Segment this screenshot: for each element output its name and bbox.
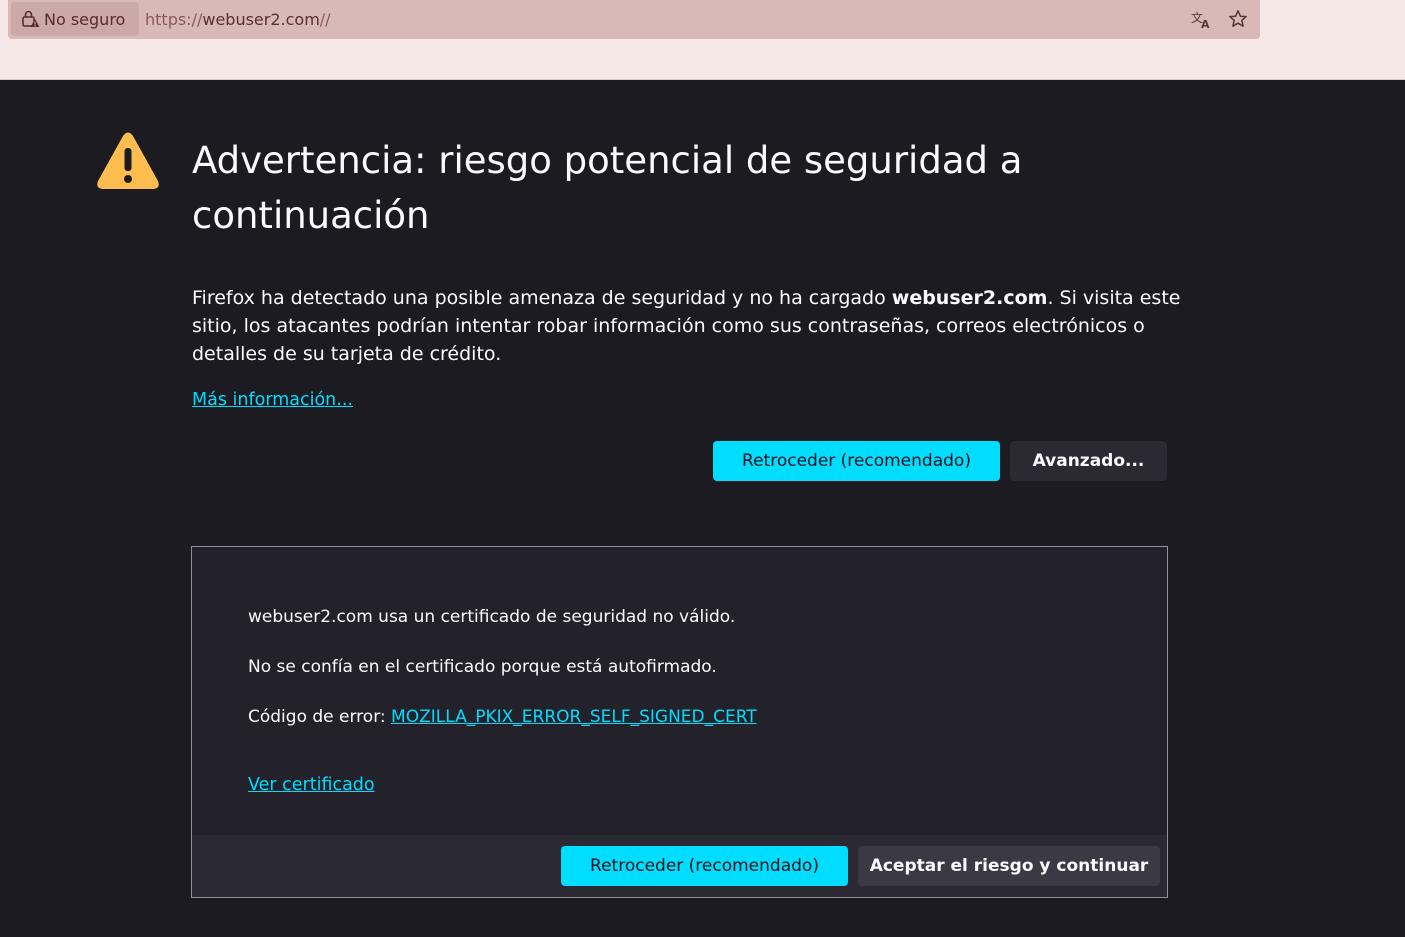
go-back-button-secondary[interactable]: Retroceder (recomendado) [561,846,848,886]
more-info-link[interactable]: Más información... [192,390,353,410]
error-code-line: Código de error: MOZILLA_PKIX_ERROR_SELF… [248,707,757,727]
url-actions: 文 A [1190,7,1250,31]
invalid-cert-text: webuser2.com usa un certificado de segur… [248,607,736,627]
lock-warning-icon [22,10,40,27]
panel-footer: Retroceder (recomendado) Aceptar el ries… [192,835,1167,897]
advanced-panel: webuser2.com usa un certificado de segur… [191,546,1168,898]
accept-risk-button[interactable]: Aceptar el riesgo y continuar [858,846,1160,886]
url-text[interactable]: https://webuser2.com// [145,10,331,29]
url-prefix: https:// [145,10,203,29]
page-title: Advertencia: riesgo potencial de segurid… [192,139,1023,237]
warning-icon [97,132,159,189]
browser-toolbar: No seguro https://webuser2.com// 文 A [0,0,1405,80]
translate-icon[interactable]: 文 A [1190,7,1214,31]
security-indicator[interactable]: No seguro [11,2,139,36]
security-label: No seguro [44,9,126,29]
go-back-button[interactable]: Retroceder (recomendado) [713,441,1000,481]
url-suffix: // [319,10,331,29]
advanced-button[interactable]: Avanzado... [1010,441,1167,481]
intro-text: Firefox ha detectado una posible amenaza… [192,284,1182,368]
url-host: webuser2.com [202,10,320,29]
error-code-link[interactable]: MOZILLA_PKIX_ERROR_SELF_SIGNED_CERT [391,707,757,727]
view-certificate-link[interactable]: Ver certificado [248,775,375,795]
url-bar[interactable]: No seguro https://webuser2.com// 文 A [8,0,1260,39]
error-code-label: Código de error: [248,707,392,727]
svg-text:A: A [1201,18,1210,29]
self-signed-text: No se confía en el certificado porque es… [248,657,717,677]
star-icon[interactable] [1226,7,1250,31]
intro-host: webuser2.com [891,287,1048,309]
intro-text-start: Firefox ha detectado una posible amenaza… [192,287,892,309]
